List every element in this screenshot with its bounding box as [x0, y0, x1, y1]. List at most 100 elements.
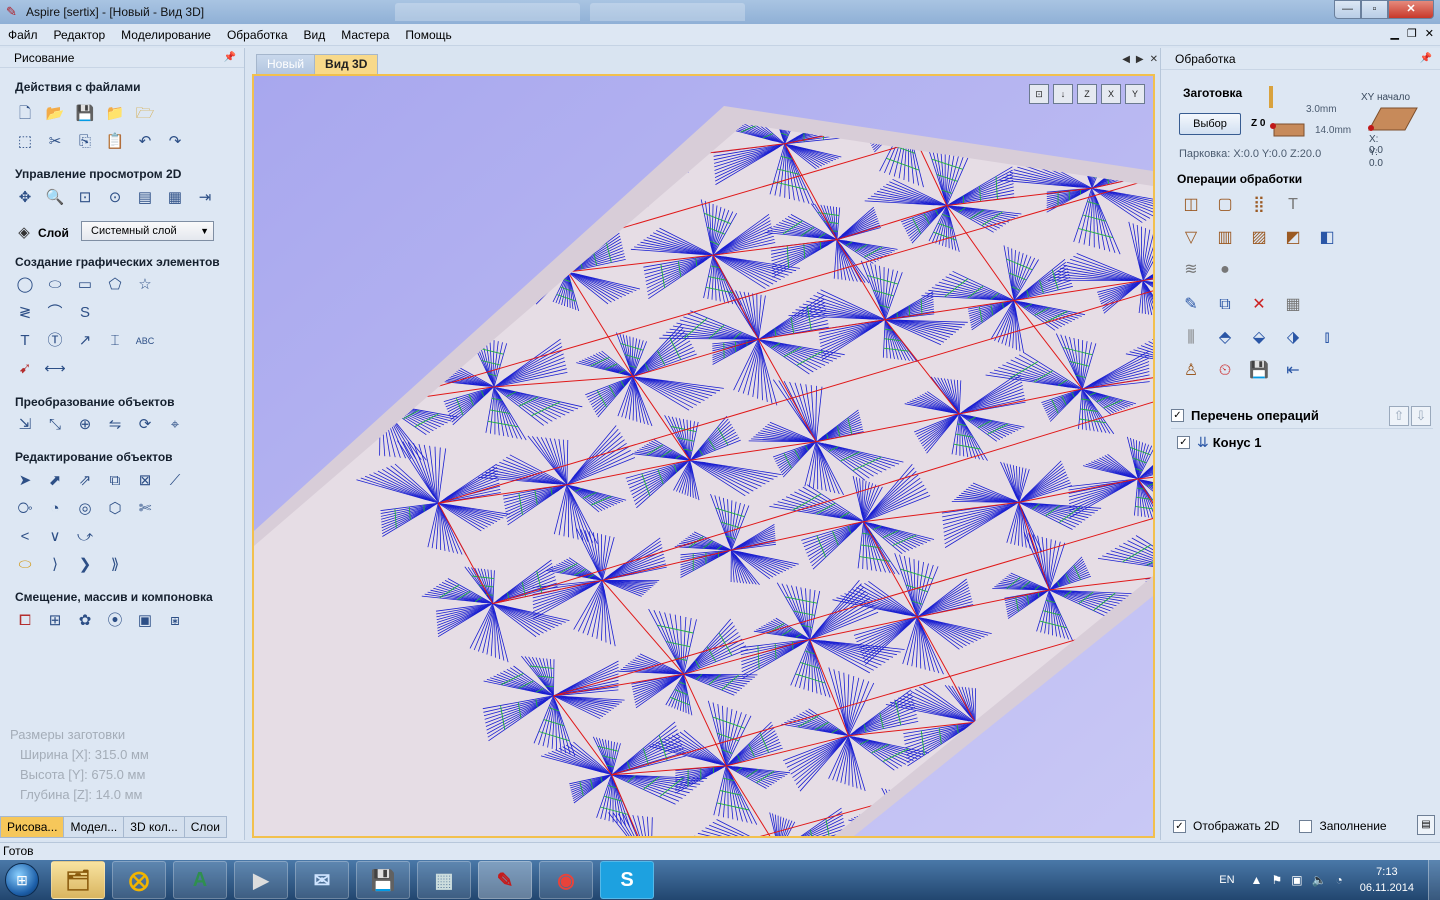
prism-toolpath-icon[interactable]: ◩ [1281, 226, 1305, 250]
text-icon[interactable]: T [14, 330, 36, 352]
rotate-icon[interactable]: ⟳ [134, 414, 156, 436]
tab-modeling[interactable]: Модел... [63, 816, 125, 838]
show-2d-option[interactable]: ✓ Отображать 2D [1173, 819, 1279, 833]
mirror-icon[interactable]: ⇋ [104, 414, 126, 436]
text-block-icon[interactable]: ⌶ [104, 330, 126, 352]
paste-icon[interactable]: 📋 [104, 131, 126, 153]
align-icon[interactable]: ⊕ [74, 414, 96, 436]
view-fit-icon[interactable]: ⊡ [1029, 84, 1049, 104]
arc-fit-icon[interactable]: ❯ [74, 554, 96, 576]
duplicate-toolpath-icon[interactable]: ⧉ [1213, 293, 1237, 317]
trace-icon[interactable]: ➹ [14, 358, 36, 380]
mdi-minimize-icon[interactable]: ▁ [1390, 27, 1398, 40]
delete-toolpath-icon[interactable]: ✕ [1247, 293, 1271, 317]
action-center-icon[interactable]: ⚑ [1271, 873, 1282, 887]
preview-material-icon[interactable]: ⬙ [1247, 326, 1271, 350]
maximize-button[interactable]: ▫ [1361, 0, 1388, 19]
calculate-toolpath-icon[interactable]: ▦ [1281, 293, 1305, 317]
view-z-icon[interactable]: Z [1077, 84, 1097, 104]
redo-icon[interactable]: ↷ [164, 131, 186, 153]
menu-help[interactable]: Помощь [397, 28, 459, 42]
select-all-icon[interactable]: ⬚ [14, 131, 36, 153]
nesting-icon[interactable]: ⧆ [164, 610, 186, 632]
roughing-toolpath-icon[interactable]: ≋ [1179, 258, 1203, 282]
taskbar-calculator-icon[interactable]: ▦ [417, 861, 471, 899]
pan-icon[interactable]: ✥ [14, 187, 36, 209]
center-icon[interactable]: ⌖ [164, 414, 186, 436]
profile-toolpath-icon[interactable]: ◫ [1179, 193, 1203, 217]
zoom-fit-icon[interactable]: ⊡ [74, 187, 96, 209]
polyline-icon[interactable]: ≷ [14, 302, 36, 324]
view-layout-icon[interactable]: ▤ [134, 187, 156, 209]
scale-icon[interactable]: ⤡ [44, 414, 66, 436]
move-down-icon[interactable]: ⇩ [1411, 406, 1431, 426]
menu-view[interactable]: Вид [296, 28, 334, 42]
fill-checkbox[interactable] [1299, 819, 1313, 833]
trim-icon[interactable]: ✄ [134, 498, 156, 520]
minimize-button[interactable]: — [1334, 0, 1361, 19]
fill-option[interactable]: Заполнение [1299, 819, 1387, 833]
switch-view-icon[interactable]: ⇥ [194, 187, 216, 209]
language-indicator[interactable]: EN [1219, 874, 1234, 886]
menu-edit[interactable]: Редактор [46, 28, 114, 42]
interactive-select-icon[interactable]: ⇗ [74, 470, 96, 492]
taskbar-archicad-icon[interactable]: ⨂ [112, 861, 166, 899]
vcarve-toolpath-icon[interactable]: ▽ [1179, 226, 1203, 250]
array-icon[interactable]: ⊞ [44, 610, 66, 632]
mdi-close-icon[interactable]: ✕ [1425, 27, 1434, 40]
show-2d-checkbox[interactable]: ✓ [1173, 819, 1186, 833]
zoom-selection-icon[interactable]: ⊙ [104, 187, 126, 209]
star-icon[interactable]: ☆ [134, 274, 156, 296]
weld-icon[interactable]: ⧂ [14, 498, 36, 520]
import-icon[interactable]: 📁 [104, 103, 126, 125]
tool-database-icon[interactable]: ⫼ [1179, 326, 1203, 350]
view-iso-icon[interactable]: ↓ [1053, 84, 1073, 104]
group-icon[interactable]: ⧉ [104, 470, 126, 492]
view-x-icon[interactable]: X [1101, 84, 1121, 104]
text-arc-icon[interactable]: ABC [134, 330, 156, 352]
view-grid-icon[interactable]: ▦ [164, 187, 186, 209]
material-setup-button[interactable]: Выбор [1179, 113, 1241, 135]
dimension-icon[interactable]: ⟷ [44, 358, 66, 380]
tab-3d-view[interactable]: Вид 3D [314, 54, 379, 74]
preview-toolpath-icon[interactable]: ⬘ [1213, 326, 1237, 350]
finishing-toolpath-icon[interactable]: ● [1213, 258, 1237, 282]
curve-fit-icon[interactable]: ⟩ [44, 554, 66, 576]
new-file-icon[interactable]: 🗋 [14, 103, 36, 125]
view-y-icon[interactable]: Y [1125, 84, 1145, 104]
menu-toolpaths[interactable]: Обработка [219, 28, 296, 42]
edit-toolpath-icon[interactable]: ✎ [1179, 293, 1203, 317]
3d-viewport[interactable]: ⊡ ↓ Z X Y [252, 74, 1155, 838]
mdi-restore-icon[interactable]: ❐ [1407, 27, 1417, 40]
show-desktop-button[interactable] [1428, 860, 1440, 900]
save-icon[interactable]: 💾 [74, 103, 96, 125]
tab-prev-icon[interactable]: ◀ [1122, 54, 1130, 65]
menu-file[interactable]: Файл [0, 28, 46, 42]
wifi-icon[interactable]: ◔ [1336, 873, 1343, 887]
clock[interactable]: 7:13 06.11.2014 [1360, 864, 1414, 896]
move-icon[interactable]: ⇲ [14, 414, 36, 436]
fluting-toolpath-icon[interactable]: ▥ [1213, 226, 1237, 250]
offset-icon[interactable]: ⧠ [14, 610, 36, 632]
select-arrow-icon[interactable]: ➤ [14, 470, 36, 492]
start-button[interactable]: ⊞ [0, 860, 44, 900]
taskbar-skype-icon[interactable]: S [600, 861, 654, 899]
circular-array-icon[interactable]: ✿ [74, 610, 96, 632]
arc-icon[interactable]: ⌒ [44, 302, 66, 324]
texture-toolpath-icon[interactable]: ▨ [1247, 226, 1271, 250]
taskbar-thunderbird-icon[interactable]: ✉ [295, 861, 349, 899]
pin-icon[interactable]: 📌 [1420, 48, 1432, 70]
toolpath-template-icon[interactable]: ⫾ [1315, 326, 1339, 350]
text-box-icon[interactable]: Ⓣ [44, 330, 66, 352]
move-up-icon[interactable]: ⇧ [1389, 406, 1409, 426]
save-toolpath-icon[interactable]: 💾 [1247, 359, 1271, 383]
tab-next-icon[interactable]: ▶ [1136, 54, 1144, 65]
smooth-icon[interactable]: ∨ [44, 526, 66, 548]
measure-icon[interactable]: ⟋ [164, 470, 186, 492]
block-copy-icon[interactable]: ▣ [134, 610, 156, 632]
zoom-icon[interactable]: 🔍 [44, 187, 66, 209]
extend-icon[interactable]: ⤻ [74, 526, 96, 548]
tab-layers[interactable]: Слои [183, 816, 227, 838]
ellipse-icon[interactable]: ⬭ [44, 274, 66, 296]
curve-icon[interactable]: S [74, 302, 96, 324]
